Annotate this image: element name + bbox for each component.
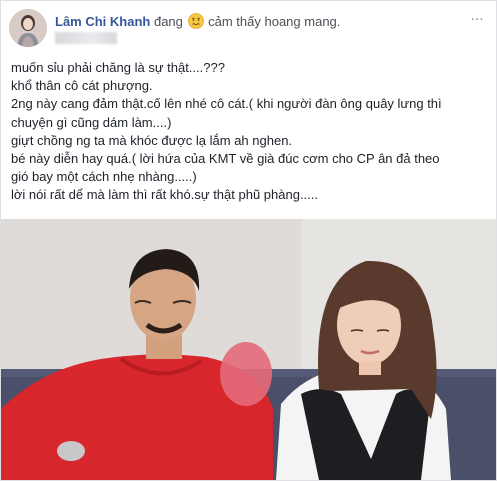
post-text: muốn sỉu phải chăng là sự thật....??? kh…	[11, 59, 489, 205]
post-photo[interactable]	[1, 219, 496, 480]
post-text-line: giựt chồng ng ta mà khóc được lạ lắm ah …	[11, 132, 293, 148]
author-name[interactable]: Lâm Chi Khanh	[55, 14, 150, 29]
status-prefix: đang	[153, 14, 183, 29]
post-text-line: khổ thân cô cát phượng.	[11, 78, 153, 94]
confused-face-emoji-icon	[187, 13, 204, 29]
more-options-icon[interactable]: ...	[467, 8, 487, 25]
post-text-line: lời nói rất dể mà làm thì rất khó.sự thậ…	[11, 187, 318, 203]
post-text-line: gió bay một cách nhẹ nhàng.....)	[11, 169, 197, 185]
post-text-line: muốn sỉu phải chăng là sự thật....???	[11, 60, 225, 75]
post-text-line: 2ng này cang đảm thật.cố lên nhé cô cát.…	[11, 96, 442, 112]
author-avatar[interactable]	[9, 9, 47, 47]
post-text-line: bé này diễn hay quá.( lời hứa của KMT về…	[11, 151, 440, 167]
facebook-post: Lâm Chi Khanh đang cảm thấy hoang mang. …	[0, 0, 497, 481]
post-text-line: chuyện gì cũng dám làm....)	[11, 114, 172, 130]
feeling-text: cảm thấy hoang mang.	[208, 14, 341, 29]
blurred-timestamp	[55, 32, 117, 44]
post-header: Lâm Chi Khanh đang cảm thấy hoang mang.	[55, 13, 340, 29]
